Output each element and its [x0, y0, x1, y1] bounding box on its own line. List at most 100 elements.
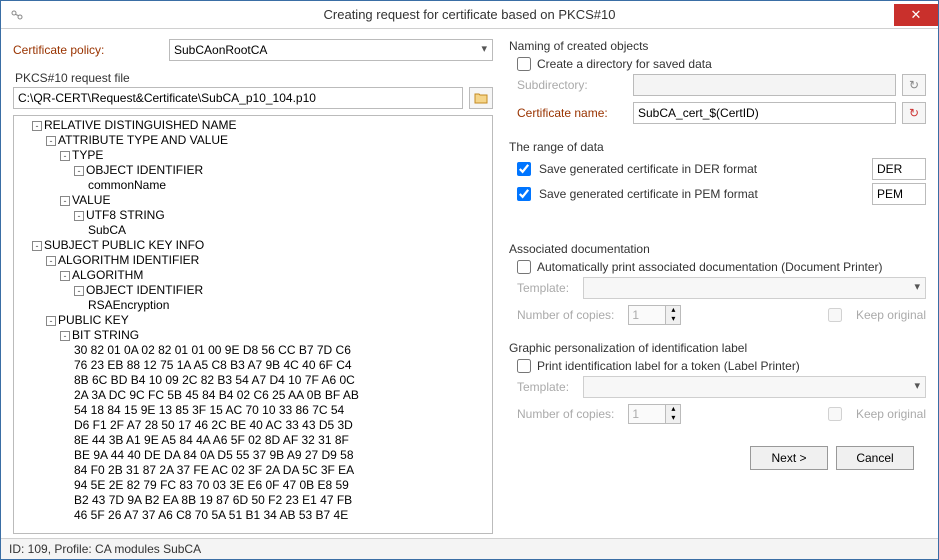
- asn1-tree: -RELATIVE DISTINGUISHED NAME-ATTRIBUTE T…: [13, 115, 493, 534]
- tree-node[interactable]: SubCA: [18, 223, 488, 238]
- tree-node[interactable]: -RELATIVE DISTINGUISHED NAME: [18, 118, 488, 133]
- tree-toggle-icon[interactable]: -: [46, 136, 56, 146]
- tree-node[interactable]: 8B 6C BD B4 10 09 2C 82 B3 54 A7 D4 10 7…: [18, 373, 488, 388]
- pkcs-label: PKCS#10 request file: [15, 71, 493, 85]
- tree-node[interactable]: 2A 3A DC 9C FC 5B 45 84 B4 02 C6 25 AA 0…: [18, 388, 488, 403]
- tree-node-label: 46 5F 26 A7 37 A6 C8 70 5A 51 B1 34 AB 5…: [74, 508, 348, 522]
- graphic-keeporig-label: Keep original: [856, 407, 926, 421]
- tree-node-label: 30 82 01 0A 02 82 01 01 00 9E D8 56 CC B…: [74, 343, 351, 357]
- policy-label: Certificate policy:: [13, 43, 163, 57]
- tree-node-label: SubCA: [88, 223, 126, 237]
- tree-node[interactable]: -BIT STRING: [18, 328, 488, 343]
- subdir-label: Subdirectory:: [517, 78, 627, 92]
- docs-keeporig-label: Keep original: [856, 308, 926, 322]
- tree-node-label: commonName: [88, 178, 166, 192]
- pkcs-path-input[interactable]: [13, 87, 463, 109]
- tree-node-label: UTF8 STRING: [86, 208, 165, 222]
- tree-toggle-icon[interactable]: -: [74, 286, 84, 296]
- subdir-refresh-button: ↻: [902, 74, 926, 96]
- tree-node[interactable]: -ALGORITHM: [18, 268, 488, 283]
- tree-node-label: 2A 3A DC 9C FC 5B 45 84 B4 02 C6 25 AA 0…: [74, 388, 359, 402]
- tree-toggle-icon[interactable]: -: [60, 271, 70, 281]
- tree-node[interactable]: commonName: [18, 178, 488, 193]
- pem-suffix-input[interactable]: [872, 183, 926, 205]
- tree-node-label: 8B 6C BD B4 10 09 2C 82 B3 54 A7 D4 10 7…: [74, 373, 355, 387]
- close-button[interactable]: ✕: [894, 4, 938, 26]
- tree-node[interactable]: 76 23 EB 88 12 75 1A A5 C8 B3 A7 9B 4C 4…: [18, 358, 488, 373]
- tree-node-label: 84 F0 2B 31 87 2A 37 FE AC 02 3F 2A DA 5…: [74, 463, 354, 477]
- tree-node[interactable]: 46 5F 26 A7 37 A6 C8 70 5A 51 B1 34 AB 5…: [18, 508, 488, 523]
- tree-toggle-icon[interactable]: -: [60, 151, 70, 161]
- tree-toggle-icon[interactable]: -: [60, 196, 70, 206]
- docs-copies-label: Number of copies:: [517, 308, 614, 322]
- tree-node[interactable]: RSAEncryption: [18, 298, 488, 313]
- certname-input[interactable]: [633, 102, 896, 124]
- app-icon: [7, 5, 27, 25]
- tree-node[interactable]: 94 5E 2E 82 79 FC 83 70 03 3E E6 0F 47 0…: [18, 478, 488, 493]
- pem-label: Save generated certificate in PEM format: [539, 187, 758, 201]
- tree-node-label: VALUE: [72, 193, 110, 207]
- tree-node[interactable]: -PUBLIC KEY: [18, 313, 488, 328]
- graphic-copies-spinner: ▴▾: [628, 404, 681, 424]
- der-suffix-input[interactable]: [872, 158, 926, 180]
- create-dir-label: Create a directory for saved data: [537, 57, 712, 71]
- tree-node-label: ALGORITHM IDENTIFIER: [58, 253, 199, 267]
- cancel-button[interactable]: Cancel: [836, 446, 914, 470]
- tree-node-label: 8E 44 3B A1 9E A5 84 4A A6 5F 02 8D AF 3…: [74, 433, 349, 447]
- create-dir-checkbox[interactable]: [517, 57, 531, 71]
- tree-node[interactable]: 30 82 01 0A 02 82 01 01 00 9E D8 56 CC B…: [18, 343, 488, 358]
- printlabel-label: Print identification label for a token (…: [537, 359, 800, 373]
- certname-refresh-button[interactable]: ↻: [902, 102, 926, 124]
- tree-node-label: BE 9A 44 40 DE DA 84 0A D5 55 37 9B A9 2…: [74, 448, 354, 462]
- docs-copies-spinner: ▴▾: [628, 305, 681, 325]
- tree-node[interactable]: -OBJECT IDENTIFIER: [18, 283, 488, 298]
- tree-node[interactable]: 54 18 84 15 9E 13 85 3F 15 AC 70 10 33 8…: [18, 403, 488, 418]
- graphic-template-select: [583, 376, 926, 398]
- tree-node[interactable]: B2 43 7D 9A B2 EA 8B 19 87 6D 50 F2 23 E…: [18, 493, 488, 508]
- tree-scroll[interactable]: -RELATIVE DISTINGUISHED NAME-ATTRIBUTE T…: [14, 116, 492, 533]
- titlebar: Creating request for certificate based o…: [1, 1, 938, 29]
- tree-node-label: OBJECT IDENTIFIER: [86, 283, 203, 297]
- tree-node[interactable]: -OBJECT IDENTIFIER: [18, 163, 488, 178]
- der-checkbox[interactable]: [517, 162, 531, 176]
- tree-node-label: ALGORITHM: [72, 268, 143, 282]
- autoprint-label: Automatically print associated documenta…: [537, 260, 883, 274]
- printlabel-checkbox[interactable]: [517, 359, 531, 373]
- tree-toggle-icon[interactable]: -: [32, 241, 42, 251]
- docs-template-select: [583, 277, 926, 299]
- browse-button[interactable]: [469, 87, 493, 109]
- tree-node[interactable]: -VALUE: [18, 193, 488, 208]
- tree-node[interactable]: -UTF8 STRING: [18, 208, 488, 223]
- tree-node[interactable]: -ATTRIBUTE TYPE AND VALUE: [18, 133, 488, 148]
- policy-select[interactable]: SubCAonRootCA: [169, 39, 493, 61]
- graphic-copies-label: Number of copies:: [517, 407, 614, 421]
- graphic-title: Graphic personalization of identificatio…: [509, 341, 926, 355]
- pem-checkbox[interactable]: [517, 187, 531, 201]
- tree-node-label: ATTRIBUTE TYPE AND VALUE: [58, 133, 228, 147]
- tree-toggle-icon[interactable]: -: [74, 211, 84, 221]
- certname-label: Certificate name:: [517, 106, 627, 120]
- autoprint-checkbox[interactable]: [517, 260, 531, 274]
- tree-node[interactable]: -SUBJECT PUBLIC KEY INFO: [18, 238, 488, 253]
- tree-node-label: RELATIVE DISTINGUISHED NAME: [44, 118, 236, 132]
- graphic-template-label: Template:: [517, 380, 577, 394]
- tree-node-label: OBJECT IDENTIFIER: [86, 163, 203, 177]
- tree-toggle-icon[interactable]: -: [46, 256, 56, 266]
- next-button[interactable]: Next >: [750, 446, 828, 470]
- window-title: Creating request for certificate based o…: [1, 7, 938, 22]
- tree-node[interactable]: -TYPE: [18, 148, 488, 163]
- tree-node[interactable]: BE 9A 44 40 DE DA 84 0A D5 55 37 9B A9 2…: [18, 448, 488, 463]
- tree-node[interactable]: 8E 44 3B A1 9E A5 84 4A A6 5F 02 8D AF 3…: [18, 433, 488, 448]
- status-bar: ID: 109, Profile: CA modules SubCA: [1, 538, 938, 559]
- tree-node[interactable]: D6 F1 2F A7 28 50 17 46 2C BE 40 AC 33 4…: [18, 418, 488, 433]
- tree-node[interactable]: 84 F0 2B 31 87 2A 37 FE AC 02 3F 2A DA 5…: [18, 463, 488, 478]
- tree-toggle-icon[interactable]: -: [46, 316, 56, 326]
- tree-node-label: 54 18 84 15 9E 13 85 3F 15 AC 70 10 33 8…: [74, 403, 344, 417]
- tree-node[interactable]: -ALGORITHM IDENTIFIER: [18, 253, 488, 268]
- tree-node-label: BIT STRING: [72, 328, 139, 342]
- tree-toggle-icon[interactable]: -: [74, 166, 84, 176]
- tree-toggle-icon[interactable]: -: [60, 331, 70, 341]
- tree-node-label: D6 F1 2F A7 28 50 17 46 2C BE 40 AC 33 4…: [74, 418, 353, 432]
- tree-toggle-icon[interactable]: -: [32, 121, 42, 131]
- tree-node-label: TYPE: [72, 148, 103, 162]
